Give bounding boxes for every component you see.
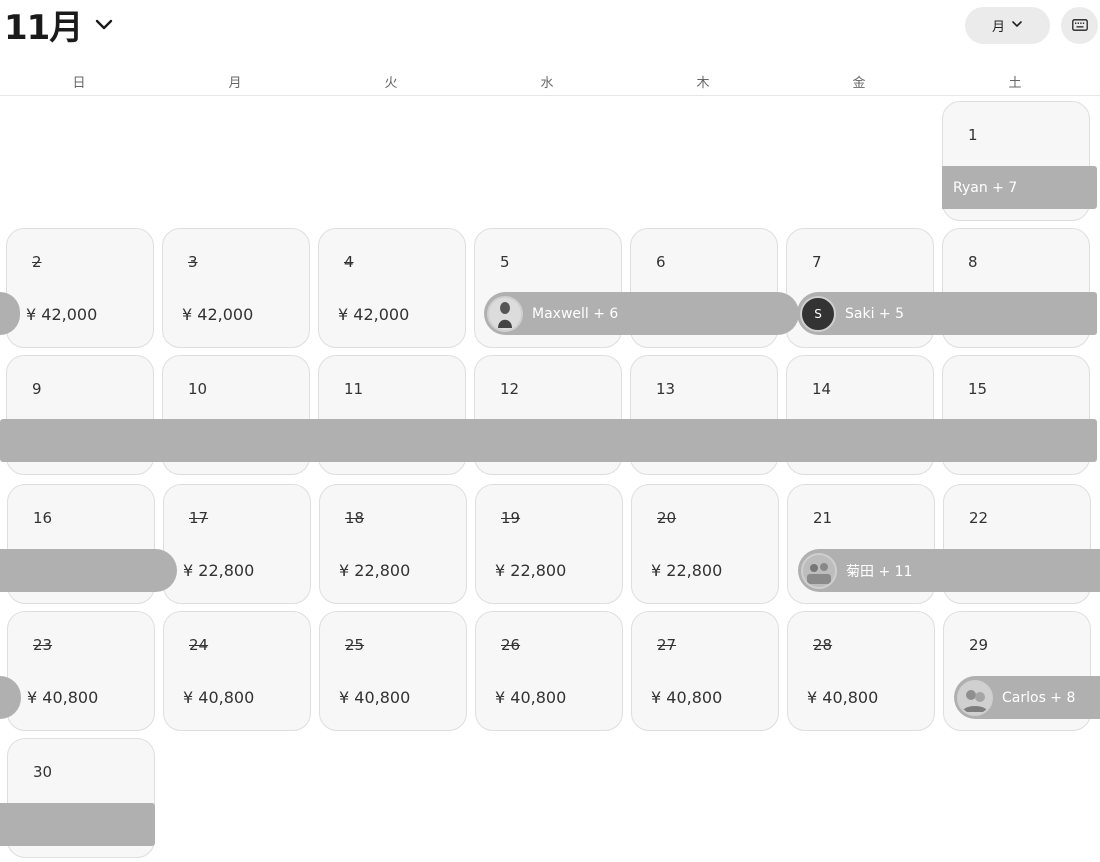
- day-cell[interactable]: 2 ¥ 42,000: [6, 228, 154, 348]
- day-cell[interactable]: 18 ¥ 22,800: [319, 484, 467, 604]
- nightly-price: ¥ 40,800: [807, 688, 879, 707]
- day-number: 9: [32, 380, 42, 398]
- day-cell[interactable]: 27 ¥ 40,800: [631, 611, 779, 731]
- nightly-price: ¥ 40,800: [183, 688, 255, 707]
- day-cell[interactable]: 4 ¥ 42,000: [318, 228, 466, 348]
- guest-avatar: [487, 295, 523, 332]
- day-number: 5: [500, 253, 510, 271]
- nightly-price: ¥ 42,000: [338, 305, 410, 324]
- day-number: 30: [33, 763, 53, 781]
- day-cell[interactable]: 20 ¥ 22,800: [631, 484, 779, 604]
- reservation-bar-kikuta[interactable]: 菊田 + 11: [798, 549, 1100, 592]
- day-number: 20: [657, 509, 677, 527]
- reservation-guest-label: Saki + 5: [845, 305, 905, 322]
- day-number: 18: [345, 509, 365, 527]
- day-cell[interactable]: 17 ¥ 22,800: [163, 484, 311, 604]
- day-number: 7: [812, 253, 822, 271]
- day-number: 26: [501, 636, 521, 654]
- day-cell[interactable]: 3 ¥ 42,000: [162, 228, 310, 348]
- view-mode-label: 月: [991, 20, 1005, 35]
- weekday-mon: 月: [228, 76, 242, 91]
- reservation-guest-label: 菊田 + 11: [846, 563, 913, 580]
- nightly-price: ¥ 42,000: [182, 305, 254, 324]
- guest-avatar: [801, 552, 837, 589]
- weekday-wed: 水: [540, 76, 554, 91]
- reservation-guest-label: Ryan + 7: [953, 179, 1018, 196]
- guest-avatar: S: [800, 295, 836, 332]
- chevron-down-icon: [94, 14, 114, 34]
- reservation-guest-label: Maxwell + 6: [532, 305, 619, 322]
- reservation-bar-carlos[interactable]: Carlos + 8: [954, 676, 1100, 719]
- day-number: 12: [500, 380, 520, 398]
- reservation-guest-label: Carlos + 8: [1002, 689, 1076, 706]
- guest-avatar: [957, 679, 993, 716]
- nightly-price: ¥ 22,800: [495, 561, 567, 580]
- day-number: 21: [813, 509, 833, 527]
- weekday-header: 日 月 火 水 木 金 土: [0, 64, 1100, 96]
- day-number: 25: [345, 636, 365, 654]
- day-cell[interactable]: 24 ¥ 40,800: [163, 611, 311, 731]
- reservation-bar-maxwell[interactable]: Maxwell + 6: [484, 292, 799, 335]
- day-cell[interactable]: 28 ¥ 40,800: [787, 611, 935, 731]
- day-number: 28: [813, 636, 833, 654]
- day-number: 15: [968, 380, 988, 398]
- view-mode-dropdown[interactable]: 月: [965, 7, 1050, 44]
- nightly-price: ¥ 22,800: [339, 561, 411, 580]
- day-number: 19: [501, 509, 521, 527]
- reservation-bar-ryan[interactable]: Ryan + 7: [942, 166, 1097, 209]
- day-number: 23: [33, 636, 53, 654]
- day-cell[interactable]: 25 ¥ 40,800: [319, 611, 467, 731]
- nightly-price: ¥ 22,800: [651, 561, 723, 580]
- chevron-down-icon: [1011, 18, 1023, 34]
- weekday-sun: 日: [72, 76, 86, 91]
- weekday-thu: 木: [696, 76, 710, 91]
- day-cell[interactable]: 23 ¥ 40,800: [7, 611, 155, 731]
- nightly-price: ¥ 40,800: [27, 688, 99, 707]
- weekday-fri: 金: [852, 76, 866, 91]
- weekday-tue: 火: [384, 76, 398, 91]
- day-number: 17: [189, 509, 209, 527]
- month-selector[interactable]: 11月: [4, 4, 114, 48]
- nightly-price: ¥ 22,800: [183, 561, 255, 580]
- day-cell[interactable]: 26 ¥ 40,800: [475, 611, 623, 731]
- day-number: 16: [33, 509, 53, 527]
- reservation-bar-continuation[interactable]: [0, 419, 1097, 462]
- day-number: 29: [969, 636, 989, 654]
- day-number: 3: [188, 253, 198, 271]
- reservation-bar-continuation[interactable]: [0, 549, 177, 592]
- day-number: 14: [812, 380, 832, 398]
- day-cell[interactable]: 19 ¥ 22,800: [475, 484, 623, 604]
- day-number: 4: [344, 253, 354, 271]
- day-number: 6: [656, 253, 666, 271]
- day-number: 10: [188, 380, 208, 398]
- day-number: 11: [344, 380, 364, 398]
- nightly-price: ¥ 40,800: [651, 688, 723, 707]
- day-number: 27: [657, 636, 677, 654]
- nightly-price: ¥ 40,800: [339, 688, 411, 707]
- day-number: 24: [189, 636, 209, 654]
- month-title: 11月: [4, 7, 83, 48]
- weekday-sat: 土: [1008, 76, 1022, 91]
- reservation-bar-continuation[interactable]: [0, 803, 155, 846]
- keyboard-shortcuts-button[interactable]: [1061, 7, 1098, 44]
- day-number: 22: [969, 509, 989, 527]
- keyboard-icon: [1071, 16, 1088, 35]
- nightly-price: ¥ 40,800: [495, 688, 567, 707]
- nightly-price: ¥ 42,000: [26, 305, 98, 324]
- reservation-bar-saki[interactable]: S Saki + 5: [797, 292, 1097, 335]
- day-number: 13: [656, 380, 676, 398]
- day-number: 8: [968, 253, 978, 271]
- day-number: 1: [968, 126, 978, 144]
- day-number: 2: [32, 253, 42, 271]
